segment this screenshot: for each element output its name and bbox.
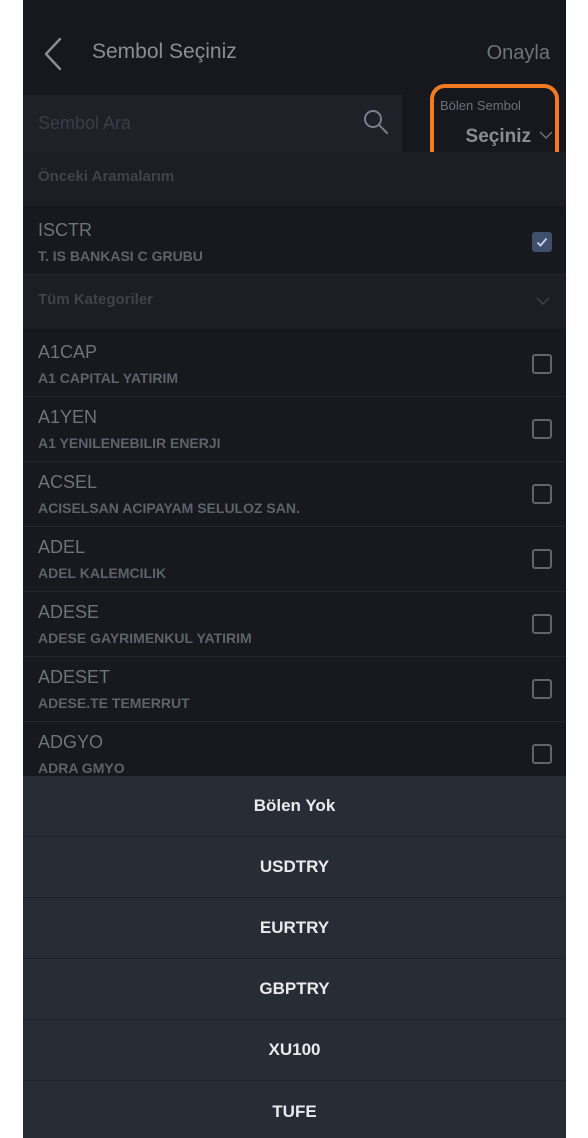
list-item[interactable]: ADEL ADEL KALEMCILIK xyxy=(23,527,566,592)
all-categories-label: Tüm Kategoriler xyxy=(38,291,154,308)
header: Sembol Seçiniz Onayla xyxy=(23,0,566,95)
symbol-name: ADESE GAYRIMENKUL YATIRIM xyxy=(38,630,252,646)
option-xu100[interactable]: XU100 xyxy=(23,1020,566,1081)
symbol-code: ISCTR xyxy=(38,220,92,240)
checkbox[interactable] xyxy=(532,614,552,634)
confirm-button[interactable]: Onayla xyxy=(487,42,550,65)
search-input[interactable] xyxy=(23,95,358,152)
symbol-name: T. IS BANKASI C GRUBU xyxy=(38,248,203,264)
symbol-code: ACSEL xyxy=(38,472,98,492)
symbol-code: ADGYO xyxy=(38,732,104,752)
list-item[interactable]: ISCTR T. IS BANKASI C GRUBU xyxy=(23,210,566,275)
search-icon[interactable] xyxy=(363,109,389,135)
search-box xyxy=(23,95,402,152)
option-tufe[interactable]: TUFE xyxy=(23,1081,566,1138)
symbol-code: A1CAP xyxy=(38,342,98,362)
symbol-name: ACISELSAN ACIPAYAM SELULOZ SAN. xyxy=(38,500,300,516)
divisor-options-sheet: Bölen Yok USDTRY EURTRY GBPTRY XU100 TUF… xyxy=(23,776,566,1138)
divisor-symbol-value: Seçiniz xyxy=(465,126,531,147)
symbol-code: ADESE xyxy=(38,602,100,622)
option-bolen-yok[interactable]: Bölen Yok xyxy=(23,776,566,837)
checkbox[interactable] xyxy=(532,354,552,374)
symbol-name: A1 YENILENEBILIR ENERJI xyxy=(38,435,221,451)
recent-searches-label: Önceki Aramalarım xyxy=(38,168,175,185)
symbol-code: ADEL xyxy=(38,537,86,557)
symbol-name: ADESE.TE TEMERRUT xyxy=(38,695,190,711)
symbol-picker-screen: Sembol Seçiniz Onayla Bölen Sembol Seçin… xyxy=(23,0,566,1138)
symbol-name: ADRA GMYO xyxy=(38,760,125,776)
option-eurtry[interactable]: EURTRY xyxy=(23,898,566,959)
list-item[interactable]: A1CAP A1 CAPITAL YATIRIM xyxy=(23,332,566,397)
checkbox[interactable] xyxy=(532,484,552,504)
list-item[interactable]: A1YEN A1 YENILENEBILIR ENERJI xyxy=(23,397,566,462)
checkbox-checked[interactable] xyxy=(532,232,552,252)
checkbox[interactable] xyxy=(532,744,552,764)
list-item[interactable]: ADESE ADESE GAYRIMENKUL YATIRIM xyxy=(23,592,566,657)
all-categories-dropdown[interactable]: Tüm Kategoriler xyxy=(23,275,566,329)
option-usdtry[interactable]: USDTRY xyxy=(23,837,566,898)
list-item[interactable]: ACSEL ACISELSAN ACIPAYAM SELULOZ SAN. xyxy=(23,462,566,527)
symbol-code: ADESET xyxy=(38,667,111,687)
symbol-name: ADEL KALEMCILIK xyxy=(38,565,167,581)
checkbox[interactable] xyxy=(532,419,552,439)
back-arrow-icon[interactable] xyxy=(41,36,65,72)
checkbox[interactable] xyxy=(532,679,552,699)
divisor-symbol-label: Bölen Sembol xyxy=(440,98,521,113)
chevron-down-icon xyxy=(536,297,550,306)
page-title: Sembol Seçiniz xyxy=(92,40,237,63)
list-item[interactable]: ADESET ADESE.TE TEMERRUT xyxy=(23,657,566,722)
chevron-down-icon xyxy=(539,131,553,140)
option-gbptry[interactable]: GBPTRY xyxy=(23,959,566,1020)
checkbox[interactable] xyxy=(532,549,552,569)
check-icon xyxy=(536,237,548,247)
symbol-code: A1YEN xyxy=(38,407,98,427)
symbol-name: A1 CAPITAL YATIRIM xyxy=(38,370,179,386)
recent-searches-header: Önceki Aramalarım xyxy=(23,152,566,206)
